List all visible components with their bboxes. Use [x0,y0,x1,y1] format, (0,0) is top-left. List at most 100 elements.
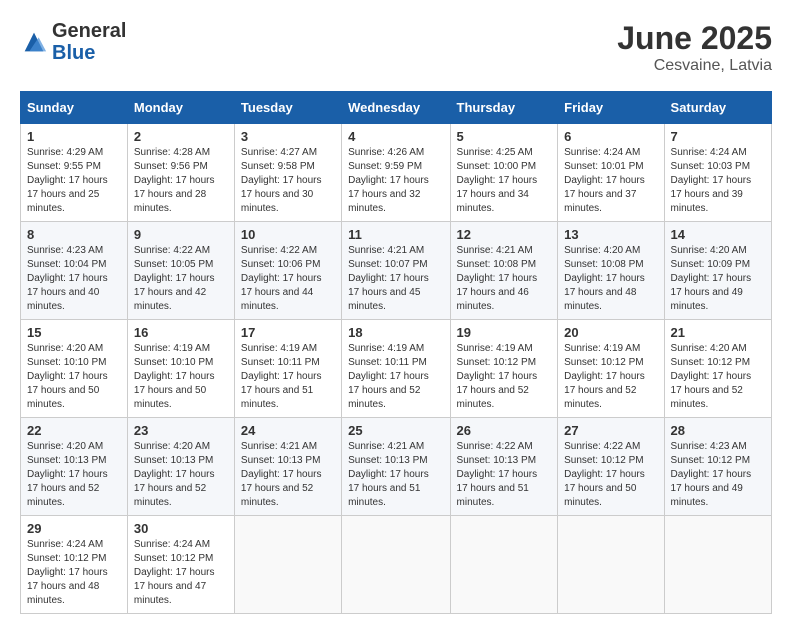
header-friday: Friday [558,92,664,124]
day-info: Sunrise: 4:20 AMSunset: 10:10 PMDaylight… [27,342,121,412]
calendar-cell: 28 Sunrise: 4:23 AMSunset: 10:12 PMDaylig… [664,418,771,516]
day-number: 1 [27,129,121,144]
logo: General Blue [20,20,126,64]
logo-icon [20,28,48,56]
day-number: 26 [457,423,552,438]
week-row-3: 15Sunrise: 4:20 AMSunset: 10:10 PMDaylig… [21,320,772,418]
calendar-cell: 21Sunrise: 4:20 AMSunset: 10:12 PMDaylig… [664,320,771,418]
calendar-cell: 26 Sunrise: 4:22 AMSunset: 10:13 PMDaylig… [450,418,558,516]
calendar-cell: 12 Sunrise: 4:21 AMSunset: 10:08 PMDaylig… [450,222,558,320]
calendar-cell: 18 Sunrise: 4:19 AMSunset: 10:11 PMDaylig… [342,320,450,418]
header-thursday: Thursday [450,92,558,124]
day-number: 13 [564,227,657,242]
calendar-cell [558,516,664,614]
calendar-cell: 24Sunrise: 4:21 AMSunset: 10:13 PMDaylig… [234,418,341,516]
header-wednesday: Wednesday [342,92,450,124]
calendar-cell: 4Sunrise: 4:26 AMSunset: 9:59 PMDaylight… [342,124,450,222]
calendar-cell: 7 Sunrise: 4:24 AMSunset: 10:03 PMDayligh… [664,124,771,222]
calendar-cell: 13 Sunrise: 4:20 AMSunset: 10:08 PMDaylig… [558,222,664,320]
day-number: 5 [457,129,552,144]
calendar-cell: 17Sunrise: 4:19 AMSunset: 10:11 PMDaylig… [234,320,341,418]
day-info: Sunrise: 4:22 AMSunset: 10:13 PMDaylight… [457,440,552,510]
title-area: June 2025 Cesvaine, Latvia [617,20,772,75]
day-info: Sunrise: 4:20 AMSunset: 10:08 PMDaylight… [564,244,657,314]
day-number: 9 [134,227,228,242]
day-info: Sunrise: 4:23 AMSunset: 10:12 PMDaylight… [671,440,765,510]
page-header: General Blue June 2025 Cesvaine, Latvia [20,20,772,75]
calendar-cell: 2 Sunrise: 4:28 AMSunset: 9:56 PMDaylight… [127,124,234,222]
month-title: June 2025 [617,20,772,57]
day-info: Sunrise: 4:27 AMSunset: 9:58 PMDaylight:… [241,146,335,216]
day-number: 25 [348,423,443,438]
day-number: 27 [564,423,657,438]
day-number: 23 [134,423,228,438]
day-number: 29 [27,521,121,536]
calendar-cell: 20Sunrise: 4:19 AMSunset: 10:12 PMDaylig… [558,320,664,418]
day-info: Sunrise: 4:21 AMSunset: 10:13 PMDaylight… [348,440,443,510]
day-number: 8 [27,227,121,242]
calendar-cell [450,516,558,614]
calendar-cell: 3 Sunrise: 4:27 AMSunset: 9:58 PMDaylight… [234,124,341,222]
day-number: 14 [671,227,765,242]
calendar-cell: 19Sunrise: 4:19 AMSunset: 10:12 PMDaylig… [450,320,558,418]
day-number: 11 [348,227,443,242]
calendar-cell: 14 Sunrise: 4:20 AMSunset: 10:09 PMDaylig… [664,222,771,320]
day-info: Sunrise: 4:19 AMSunset: 10:12 PMDaylight… [457,342,552,412]
calendar-cell: 9 Sunrise: 4:22 AMSunset: 10:05 PMDayligh… [127,222,234,320]
week-row-1: 1 Sunrise: 4:29 AMSunset: 9:55 PMDaylight… [21,124,772,222]
location: Cesvaine, Latvia [617,57,772,75]
day-info: Sunrise: 4:20 AMSunset: 10:13 PMDaylight… [27,440,121,510]
calendar-cell [342,516,450,614]
calendar-cell [664,516,771,614]
logo-general: General [52,20,126,42]
day-number: 24 [241,423,335,438]
header-sunday: Sunday [21,92,128,124]
logo-blue: Blue [52,42,126,64]
day-number: 16 [134,325,228,340]
day-info: Sunrise: 4:24 AMSunset: 10:01 PMDaylight… [564,146,657,216]
day-number: 30 [134,521,228,536]
day-number: 3 [241,129,335,144]
calendar-cell: 29 Sunrise: 4:24 AMSunset: 10:12 PMDaylig… [21,516,128,614]
day-number: 6 [564,129,657,144]
day-info: Sunrise: 4:24 AMSunset: 10:12 PMDaylight… [134,538,228,608]
calendar-cell: 16 Sunrise: 4:19 AMSunset: 10:10 PMDaylig… [127,320,234,418]
logo-text: General Blue [52,20,126,64]
day-info: Sunrise: 4:21 AMSunset: 10:08 PMDaylight… [457,244,552,314]
day-info: Sunrise: 4:22 AMSunset: 10:05 PMDaylight… [134,244,228,314]
calendar-cell: 8 Sunrise: 4:23 AMSunset: 10:04 PMDayligh… [21,222,128,320]
week-row-5: 29 Sunrise: 4:24 AMSunset: 10:12 PMDaylig… [21,516,772,614]
calendar-cell: 5 Sunrise: 4:25 AMSunset: 10:00 PMDayligh… [450,124,558,222]
calendar-cell: 1 Sunrise: 4:29 AMSunset: 9:55 PMDaylight… [21,124,128,222]
day-number: 20 [564,325,657,340]
day-info: Sunrise: 4:23 AMSunset: 10:04 PMDaylight… [27,244,121,314]
day-info: Sunrise: 4:20 AMSunset: 10:09 PMDaylight… [671,244,765,314]
calendar-cell: 30 Sunrise: 4:24 AMSunset: 10:12 PMDaylig… [127,516,234,614]
calendar-cell: 22Sunrise: 4:20 AMSunset: 10:13 PMDaylig… [21,418,128,516]
header-monday: Monday [127,92,234,124]
day-info: Sunrise: 4:28 AMSunset: 9:56 PMDaylight:… [134,146,228,216]
day-info: Sunrise: 4:24 AMSunset: 10:12 PMDaylight… [27,538,121,608]
calendar-cell: 27Sunrise: 4:22 AMSunset: 10:12 PMDaylig… [558,418,664,516]
day-info: Sunrise: 4:19 AMSunset: 10:10 PMDaylight… [134,342,228,412]
day-number: 2 [134,129,228,144]
day-info: Sunrise: 4:24 AMSunset: 10:03 PMDaylight… [671,146,765,216]
day-info: Sunrise: 4:25 AMSunset: 10:00 PMDaylight… [457,146,552,216]
day-number: 18 [348,325,443,340]
calendar-cell: 25 Sunrise: 4:21 AMSunset: 10:13 PMDaylig… [342,418,450,516]
day-number: 10 [241,227,335,242]
week-row-4: 22Sunrise: 4:20 AMSunset: 10:13 PMDaylig… [21,418,772,516]
day-info: Sunrise: 4:19 AMSunset: 10:11 PMDaylight… [241,342,335,412]
day-number: 12 [457,227,552,242]
day-number: 7 [671,129,765,144]
day-info: Sunrise: 4:19 AMSunset: 10:11 PMDaylight… [348,342,443,412]
calendar-cell: 10 Sunrise: 4:22 AMSunset: 10:06 PMDaylig… [234,222,341,320]
calendar-cell [234,516,341,614]
calendar-cell: 23 Sunrise: 4:20 AMSunset: 10:13 PMDaylig… [127,418,234,516]
calendar-cell: 11Sunrise: 4:21 AMSunset: 10:07 PMDaylig… [342,222,450,320]
day-number: 28 [671,423,765,438]
day-info: Sunrise: 4:29 AMSunset: 9:55 PMDaylight:… [27,146,121,216]
day-info: Sunrise: 4:20 AMSunset: 10:12 PMDaylight… [671,342,765,412]
day-info: Sunrise: 4:20 AMSunset: 10:13 PMDaylight… [134,440,228,510]
day-info: Sunrise: 4:22 AMSunset: 10:06 PMDaylight… [241,244,335,314]
